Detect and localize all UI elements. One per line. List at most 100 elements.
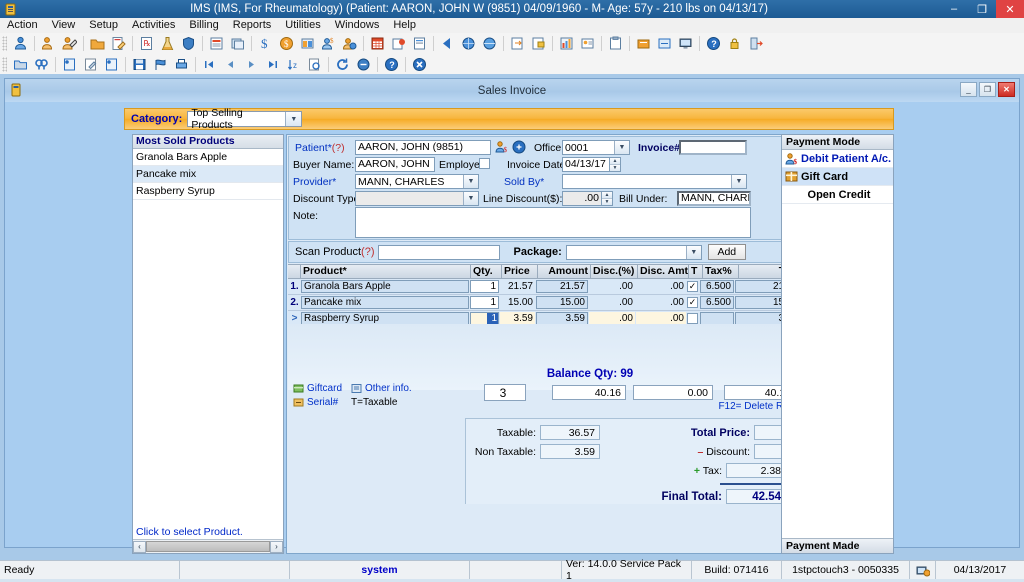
- reports-icon[interactable]: [410, 35, 429, 53]
- preview-icon[interactable]: [305, 55, 324, 73]
- menu-item-reports[interactable]: Reports: [226, 18, 279, 33]
- payment-mode-open-credit[interactable]: Open Credit: [782, 186, 893, 204]
- cell-product[interactable]: Granola Bars Apple: [301, 280, 469, 293]
- scan-product-input[interactable]: [377, 244, 500, 260]
- sort-icon[interactable]: z: [284, 55, 303, 73]
- menu-item-activities[interactable]: Activities: [125, 18, 182, 33]
- product-list-item-raspberry[interactable]: Raspberry Syrup: [133, 183, 283, 200]
- line-discount-input[interactable]: .00: [562, 191, 602, 206]
- next-record-icon[interactable]: [242, 55, 261, 73]
- write-note-icon[interactable]: [109, 35, 128, 53]
- toolbar-grip-2[interactable]: [2, 56, 7, 72]
- product-list-scrollbar[interactable]: ‹ ›: [133, 539, 283, 553]
- grid-col-taxpct[interactable]: Tax%: [703, 265, 739, 278]
- menu-item-utilities[interactable]: Utilities: [278, 18, 327, 33]
- appointment-icon[interactable]: [389, 35, 408, 53]
- add-patient-icon[interactable]: [39, 35, 58, 53]
- grid-col-price[interactable]: Price: [502, 265, 538, 278]
- print-icon[interactable]: [172, 55, 191, 73]
- cell-taxable-checkbox[interactable]: ✓: [687, 281, 698, 292]
- copy-page-icon[interactable]: [228, 35, 247, 53]
- note-textarea[interactable]: [355, 207, 751, 238]
- cell-amount[interactable]: 21.57: [536, 280, 588, 293]
- refresh-icon[interactable]: [333, 55, 352, 73]
- lock-doc-icon[interactable]: [529, 35, 548, 53]
- giftcard-link[interactable]: Giftcard: [293, 383, 342, 394]
- grid-col-product[interactable]: Product*: [301, 265, 471, 278]
- cell-qty[interactable]: 1: [470, 296, 499, 309]
- monitor-icon[interactable]: [676, 35, 695, 53]
- ledger-icon[interactable]: [298, 35, 317, 53]
- menu-item-help[interactable]: Help: [386, 18, 423, 33]
- prescription-icon[interactable]: ℞: [137, 35, 156, 53]
- scroll-thumb[interactable]: [146, 541, 270, 552]
- menu-item-billing[interactable]: Billing: [182, 18, 225, 33]
- patient-input[interactable]: AARON, JOHN (9851): [355, 140, 491, 155]
- minimize-button[interactable]: –: [940, 0, 968, 18]
- cell-product[interactable]: Pancake mix: [301, 296, 469, 309]
- payment-icon[interactable]: $: [277, 35, 296, 53]
- help2-icon[interactable]: ?: [382, 55, 401, 73]
- package-select[interactable]: ▼: [565, 244, 702, 260]
- child-restore-button[interactable]: ❐: [979, 82, 996, 97]
- scroll-left-icon[interactable]: ‹: [133, 540, 146, 553]
- patient-lookup-icon[interactable]: $: [495, 140, 509, 154]
- invoice-date-input[interactable]: 04/13/17: [562, 157, 610, 172]
- bill-under-input[interactable]: MANN, CHARLES: [677, 191, 751, 206]
- chevron-down-icon[interactable]: ▼: [614, 141, 629, 154]
- child-close-button[interactable]: ✕: [998, 82, 1015, 97]
- grid-col-discpct[interactable]: Disc.(%): [591, 265, 638, 278]
- delete-record-icon[interactable]: [102, 55, 121, 73]
- patient-account-icon[interactable]: [340, 35, 359, 53]
- payment-mode-debit-patient[interactable]: $ Debit Patient A/c.: [782, 150, 893, 168]
- new-record-icon[interactable]: [60, 55, 79, 73]
- cell-qty[interactable]: 1: [487, 313, 498, 324]
- exit-icon[interactable]: [746, 35, 765, 53]
- pharmacy-icon[interactable]: [634, 35, 653, 53]
- cell-disc-pct[interactable]: .00: [589, 296, 635, 309]
- toolbar-grip[interactable]: [2, 36, 7, 51]
- edit-record-icon[interactable]: [81, 55, 100, 73]
- maximize-button[interactable]: ❐: [968, 0, 996, 18]
- cell-amount[interactable]: 15.00: [536, 296, 588, 309]
- flag-icon[interactable]: [151, 55, 170, 73]
- export-icon[interactable]: [508, 35, 527, 53]
- category-select[interactable]: Top Selling Products ▼: [187, 107, 303, 131]
- buyer-name-input[interactable]: AARON, JOHN: [355, 157, 435, 172]
- scan-help-icon[interactable]: (?): [361, 246, 374, 258]
- patient-info-icon[interactable]: [512, 140, 526, 154]
- employee-checkbox[interactable]: [479, 158, 490, 169]
- menu-item-windows[interactable]: Windows: [328, 18, 387, 33]
- help-icon[interactable]: ?: [704, 35, 723, 53]
- payment-mode-gift-card[interactable]: Gift Card: [782, 168, 893, 186]
- menu-item-action[interactable]: Action: [0, 18, 45, 33]
- product-list-item-granola[interactable]: Granola Bars Apple: [133, 149, 283, 166]
- cell-disc-amt[interactable]: .00: [636, 296, 686, 309]
- menu-item-view[interactable]: View: [45, 18, 83, 33]
- last-record-icon[interactable]: [263, 55, 282, 73]
- cell-taxable-checkbox[interactable]: [687, 313, 698, 324]
- other-info-link[interactable]: Other info.: [351, 383, 412, 394]
- grid-col-qty[interactable]: Qty.: [471, 265, 502, 278]
- globe-icon[interactable]: [459, 35, 478, 53]
- cell-disc-amt[interactable]: .00: [636, 280, 686, 293]
- grid-col-discamt[interactable]: Disc. Amt.: [638, 265, 689, 278]
- network-icon[interactable]: [910, 561, 936, 579]
- patient-icon[interactable]: [11, 35, 30, 53]
- cell-qty[interactable]: 1: [470, 280, 499, 293]
- serial-link[interactable]: Serial#: [293, 397, 338, 408]
- close-window-icon[interactable]: [410, 55, 429, 73]
- claims-icon[interactable]: $: [319, 35, 338, 53]
- cell-price[interactable]: 15.00: [500, 296, 535, 309]
- sync-icon[interactable]: [354, 55, 373, 73]
- lab-icon[interactable]: [158, 35, 177, 53]
- discount-type-select[interactable]: ▼: [355, 191, 479, 206]
- office-select[interactable]: 0001 ▼: [562, 140, 630, 155]
- globe2-icon[interactable]: [480, 35, 499, 53]
- document-icon[interactable]: [207, 35, 226, 53]
- save-icon[interactable]: [130, 55, 149, 73]
- chevron-down-icon[interactable]: ▼: [285, 112, 302, 126]
- grid-col-amount[interactable]: Amount: [538, 265, 591, 278]
- cell-disc-pct[interactable]: .00: [589, 280, 635, 293]
- cell-tax-pct[interactable]: 6.500: [700, 280, 734, 293]
